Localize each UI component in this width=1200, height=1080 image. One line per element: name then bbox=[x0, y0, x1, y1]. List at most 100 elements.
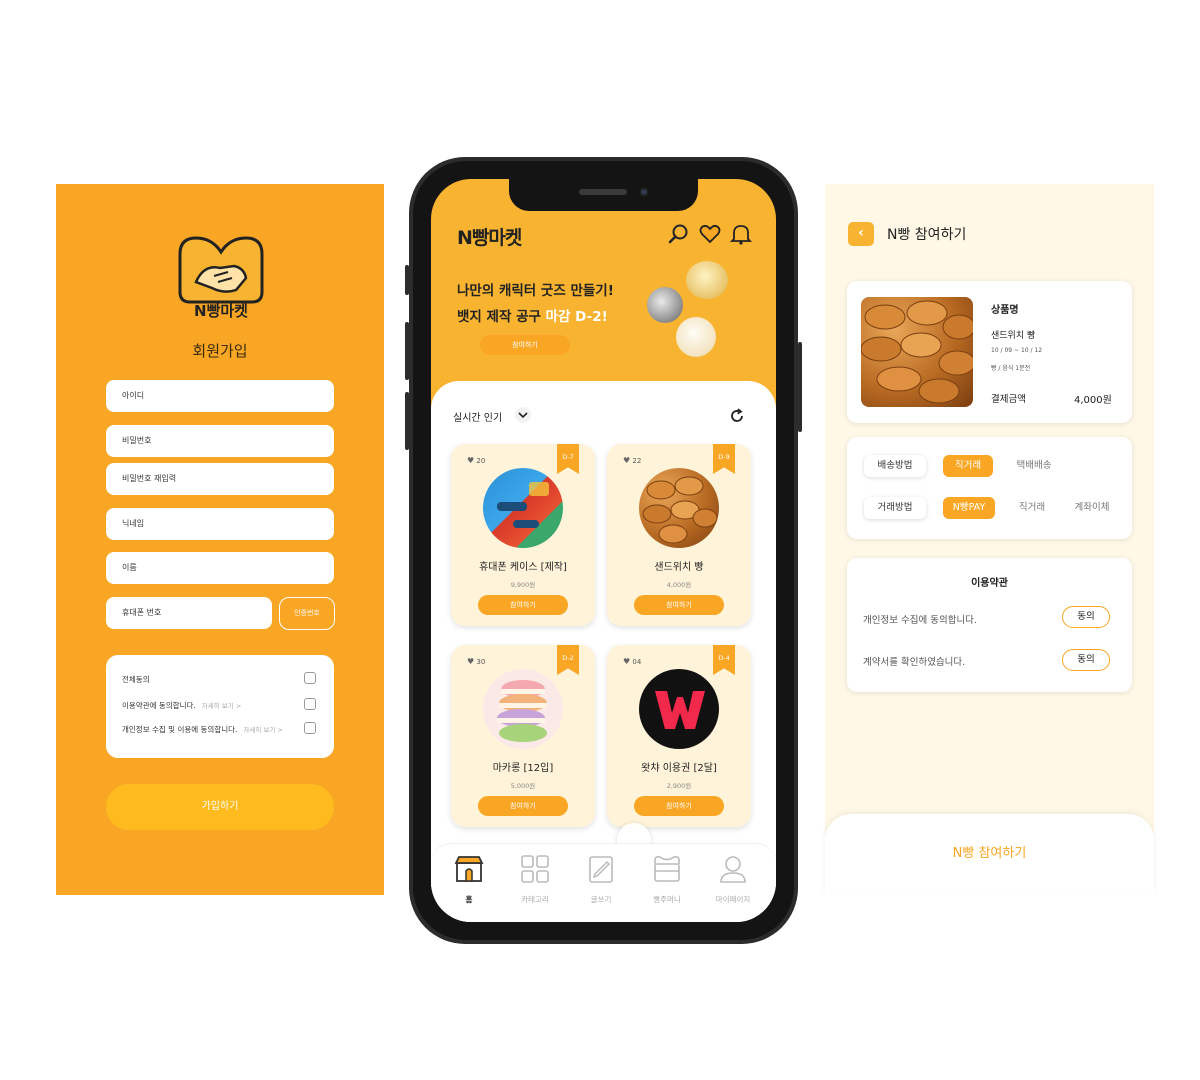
method-card: 배송방법 직거래 택배배송 거래방법 N빵PAY 직거래 계좌이체 bbox=[847, 437, 1132, 539]
detail-title: N빵 참여하기 bbox=[887, 227, 967, 243]
delivery-direct-option[interactable]: 직거래 bbox=[943, 455, 993, 477]
date-range: 10 / 09 ~ 10 / 12 bbox=[991, 347, 1043, 354]
agreement-box: 전체동의 이용약관에 동의합니다. 자세히 보기 > 개인정보 수집 및 이용에 … bbox=[106, 655, 334, 758]
phone-field[interactable]: 휴대폰 번호 bbox=[106, 597, 272, 629]
trade-direct-option[interactable]: 직거래 bbox=[1009, 497, 1055, 519]
agree-privacy-label: 개인정보 수집 및 이용에 동의합니다. bbox=[122, 725, 238, 734]
logo-text: N빵마켓 bbox=[194, 302, 248, 320]
silver-badge-image bbox=[647, 287, 683, 323]
product-name: 샌드위치 빵 bbox=[991, 331, 1036, 341]
like-number: 30 bbox=[476, 658, 486, 666]
nickname-field[interactable]: 닉네임 bbox=[106, 508, 334, 540]
refresh-icon[interactable] bbox=[728, 407, 746, 425]
phone-notch bbox=[509, 179, 698, 211]
mute-switch bbox=[405, 265, 409, 295]
promo-join-button[interactable]: 참여하기 bbox=[480, 335, 570, 355]
agree-contract-button[interactable]: 동의 bbox=[1062, 649, 1110, 671]
agree-terms-checkbox[interactable] bbox=[304, 698, 316, 710]
grid-icon bbox=[521, 855, 549, 883]
promo-deadline: 마감 D-2! bbox=[545, 309, 608, 325]
d-day-ribbon: D-2 bbox=[557, 645, 579, 675]
join-product-button[interactable]: 참여하기 bbox=[478, 796, 568, 816]
product-price: 5,000원 bbox=[510, 782, 536, 790]
signup-panel: N빵마켓 회원가입 아이디 비밀번호 비밀번호 재입력 닉네임 이름 휴대폰 번… bbox=[56, 184, 384, 895]
join-detail-panel: ‹ N빵 참여하기 상품명 샌드위치 빵 10 / 09 ~ 10 / 12 빵… bbox=[825, 184, 1154, 895]
tab-category[interactable]: 카테고리 bbox=[505, 854, 565, 905]
agree-privacy-button[interactable]: 동의 bbox=[1062, 606, 1110, 628]
volume-up-button bbox=[405, 322, 409, 380]
pencil-paper-icon bbox=[589, 856, 613, 883]
product-card[interactable]: ♥ 30 D-2 마카롱 [12입] 5,000원 참여하기 bbox=[451, 645, 595, 827]
terms-title: 이용약관 bbox=[971, 578, 1008, 589]
product-card[interactable]: ♥ 20 D-7 휴대폰 케이스 [제작] 9,900원 참여하기 bbox=[451, 444, 595, 626]
verify-code-button[interactable]: 인증번호 bbox=[279, 597, 335, 630]
speaker-grill bbox=[579, 189, 627, 195]
d-day-ribbon: D-4 bbox=[713, 645, 735, 675]
bell-icon[interactable] bbox=[730, 223, 752, 245]
delivery-label: 배송방법 bbox=[864, 455, 926, 477]
delivery-parcel-option[interactable]: 택배배송 bbox=[1007, 455, 1061, 477]
like-count: ♥ 04 bbox=[623, 657, 641, 666]
terms-more-link[interactable]: 자세히 보기 > bbox=[202, 702, 241, 710]
join-product-button[interactable]: 참여하기 bbox=[478, 595, 568, 615]
chevron-left-icon: ‹ bbox=[858, 225, 864, 241]
name-field[interactable]: 이름 bbox=[106, 552, 334, 584]
join-button[interactable]: 가입하기 bbox=[106, 784, 334, 830]
agree-terms-label: 이용약관에 동의합니다. bbox=[122, 701, 196, 710]
agree-privacy-row: 개인정보 수집 및 이용에 동의합니다. 자세히 보기 > bbox=[122, 724, 283, 735]
heart-icon[interactable] bbox=[699, 223, 721, 245]
store-icon bbox=[454, 856, 484, 882]
phone-mockup: N빵마켓 나만의 캐릭터 굿즈 만들기! 뱃지 제작 공구 마감 D-2! 참여… bbox=[405, 157, 802, 944]
bottom-sheet: N빵 참여하기 bbox=[825, 814, 1154, 895]
privacy-more-link[interactable]: 자세히 보기 > bbox=[243, 726, 282, 734]
user-icon bbox=[720, 856, 746, 883]
search-icon[interactable] bbox=[668, 223, 690, 245]
id-field[interactable]: 아이디 bbox=[106, 380, 334, 412]
back-button[interactable]: ‹ bbox=[848, 222, 874, 246]
power-button bbox=[798, 342, 802, 432]
tab-home[interactable]: 홈 bbox=[439, 854, 499, 905]
chevron-down-icon[interactable] bbox=[515, 407, 531, 423]
product-name: 샌드위치 빵 bbox=[654, 562, 704, 573]
macaron-photo bbox=[483, 669, 563, 749]
product-card[interactable]: ♥ 22 D-9 샌드위치 빵 4,000원 참여하기 bbox=[607, 444, 751, 626]
n-bread-market-logo: N빵마켓 bbox=[174, 232, 268, 324]
category-time: 빵 / 음식 1분전 bbox=[991, 365, 1031, 372]
agree-all-checkbox[interactable] bbox=[304, 672, 316, 684]
password-field[interactable]: 비밀번호 bbox=[106, 425, 334, 457]
heart-icon: ♥ bbox=[467, 456, 475, 465]
like-count: ♥ 22 bbox=[623, 456, 641, 465]
popular-section: 실시간 인기 ♥ 20 D-7 휴대폰 케이스 [제작] 9,900원 참여하기 bbox=[431, 381, 776, 922]
terms-privacy-text: 개인정보 수집에 동의합니다. bbox=[863, 615, 977, 626]
tab-wallet[interactable]: 빵주머니 bbox=[637, 854, 697, 905]
agree-privacy-checkbox[interactable] bbox=[304, 722, 316, 734]
product-price: 2,900원 bbox=[666, 782, 692, 790]
phone-screen: N빵마켓 나만의 캐릭터 굿즈 만들기! 뱃지 제작 공구 마감 D-2! 참여… bbox=[431, 179, 776, 922]
trade-transfer-option[interactable]: 계좌이체 bbox=[1065, 497, 1119, 519]
product-price: 4,000원 bbox=[666, 581, 692, 589]
pay-amount: 4,000원 bbox=[1074, 395, 1112, 406]
product-summary-card: 상품명 샌드위치 빵 10 / 09 ~ 10 / 12 빵 / 음식 1분전 … bbox=[847, 281, 1132, 423]
tab-write[interactable]: 글쓰기 bbox=[571, 854, 631, 905]
tab-label: 빵주머니 bbox=[653, 895, 681, 904]
trade-npay-option[interactable]: N빵PAY bbox=[943, 497, 995, 519]
promo-line-2: 뱃지 제작 공구 마감 D-2! bbox=[457, 305, 608, 325]
tab-label: 글쓰기 bbox=[590, 895, 612, 904]
product-card[interactable]: ♥ 04 D-4 왓챠 이용권 [2달] 2,900원 참여하기 bbox=[607, 645, 751, 827]
tab-label: 홈 bbox=[465, 895, 473, 904]
join-product-button[interactable]: 참여하기 bbox=[634, 595, 724, 615]
front-camera bbox=[639, 187, 649, 197]
password-confirm-field[interactable]: 비밀번호 재입력 bbox=[106, 463, 334, 495]
join-n-bread-button[interactable]: N빵 참여하기 bbox=[825, 842, 1154, 861]
heart-icon: ♥ bbox=[623, 657, 631, 666]
like-count: ♥ 20 bbox=[467, 456, 485, 465]
cream-badge-image bbox=[676, 317, 716, 357]
promo-line-1: 나만의 캐릭터 굿즈 만들기! bbox=[457, 283, 614, 299]
heart-icon: ♥ bbox=[623, 456, 631, 465]
trade-label: 거래방법 bbox=[864, 497, 926, 519]
like-number: 04 bbox=[632, 658, 642, 666]
agree-terms-row: 이용약관에 동의합니다. 자세히 보기 > bbox=[122, 700, 241, 711]
tab-mypage[interactable]: 마이페이지 bbox=[703, 854, 763, 905]
join-product-button[interactable]: 참여하기 bbox=[634, 796, 724, 816]
bottom-tab-bar: 홈 카테고리 글쓰기 빵주머니 마이페이지 bbox=[431, 843, 776, 922]
